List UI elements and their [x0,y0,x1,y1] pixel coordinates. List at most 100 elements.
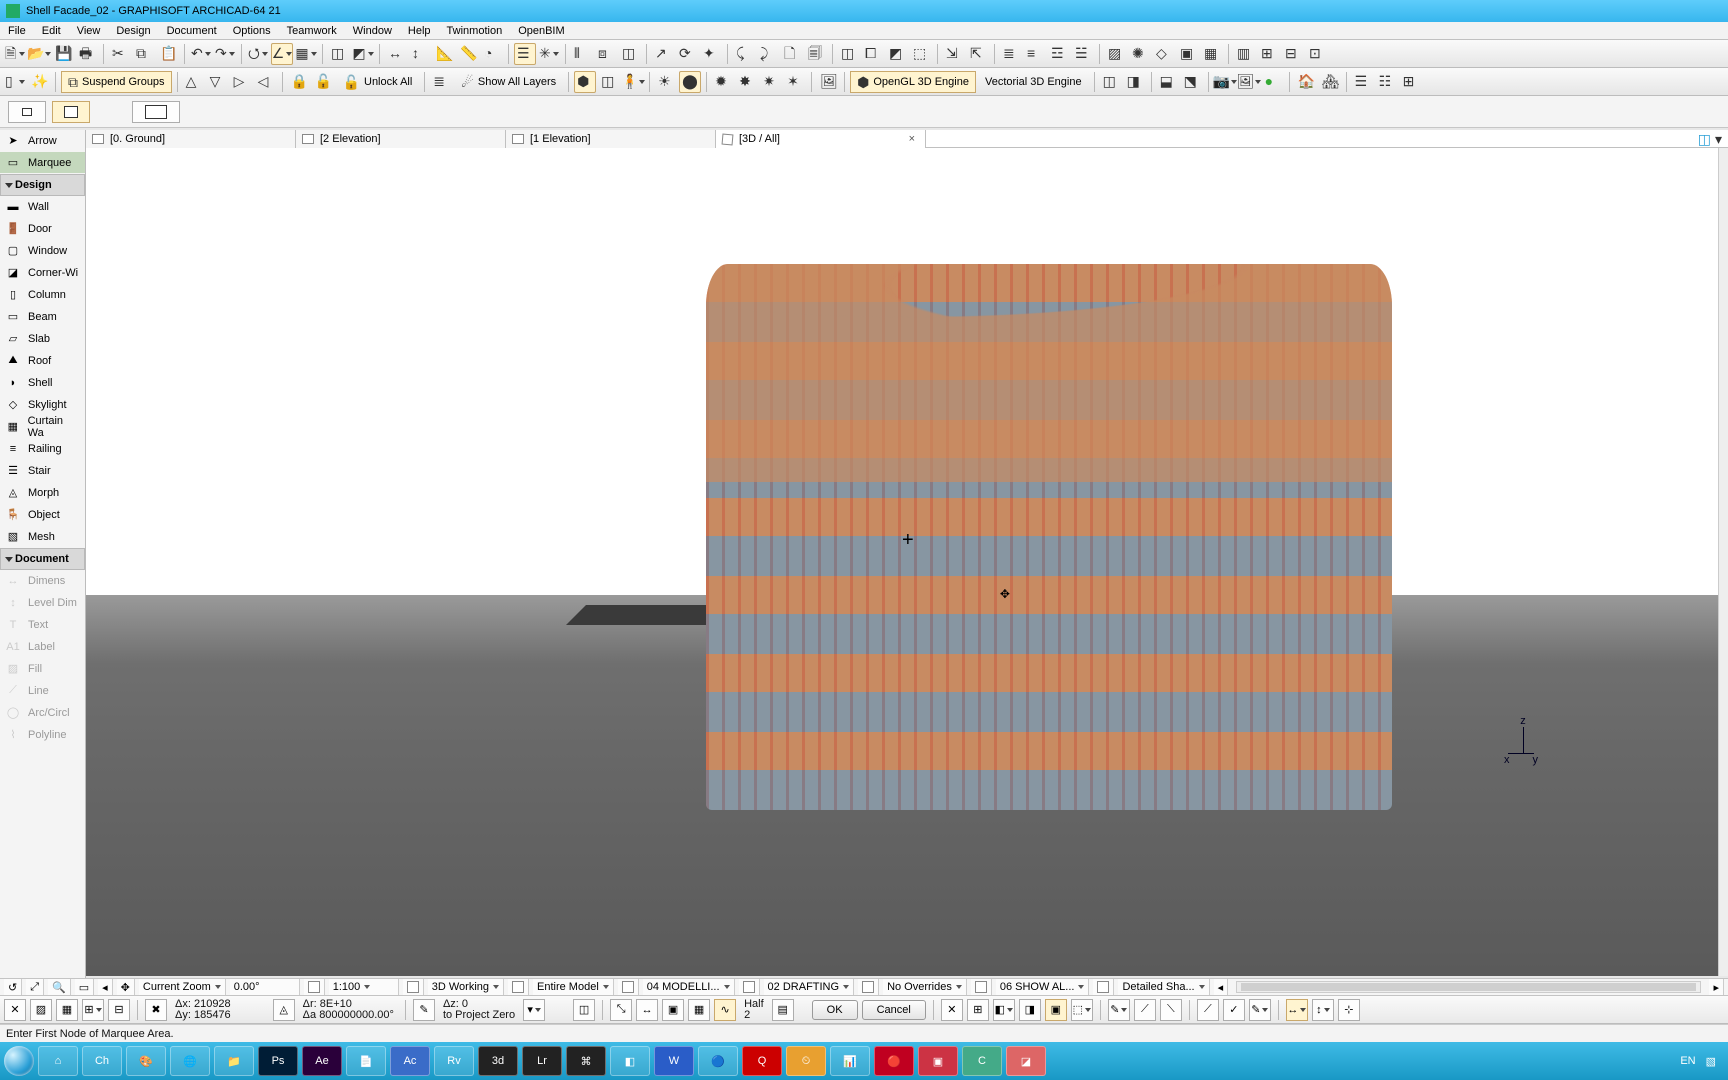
tool-wall[interactable]: ▬Wall [0,196,85,218]
engine-opengl-button[interactable]: ⬢ OpenGL 3D Engine [850,71,976,93]
hatch-5-button[interactable]: ▦ [1201,43,1223,65]
close-tracker-button[interactable]: ✕ [4,999,26,1021]
model-select[interactable]: Entire Model [533,979,614,995]
sun-4-button[interactable]: ✶ [784,71,806,93]
menu-help[interactable]: Help [400,25,439,37]
grid-toggle-4[interactable]: ◨ [1019,999,1041,1021]
taskbar-app[interactable]: ▣ [918,1046,958,1076]
box-4-button[interactable]: ⬚ [910,43,932,65]
guide-1[interactable]: ⟋ [1197,999,1219,1021]
tool-door[interactable]: 🚪Door [0,218,85,240]
misc-1-button[interactable]: ▥ [1234,43,1256,65]
tool-dimension[interactable]: ↔Dimens [0,570,85,592]
infobox-mode-2[interactable] [52,101,90,123]
trace-ref-button[interactable]: ◩ [352,43,374,65]
model-icon[interactable] [508,979,529,995]
taskbar-app[interactable]: Q [742,1046,782,1076]
tool-curtain-wall[interactable]: ▦Curtain Wa [0,416,85,438]
grid-toggle-2[interactable]: ⊞ [967,999,989,1021]
tab-elev-1[interactable]: [1 Elevation] [506,130,716,148]
ok-green-button[interactable]: ● [1262,71,1284,93]
guide-2[interactable]: ✓ [1223,999,1245,1021]
measure-button[interactable]: 📏 [457,43,479,65]
tool-beam[interactable]: ▭Beam [0,306,85,328]
render-2-button[interactable]: ⬔ [1181,71,1203,93]
redo-button[interactable]: ↷ [214,43,236,65]
rotation-field[interactable]: 0.00° [230,979,300,995]
sun-3-button[interactable]: ✷ [760,71,782,93]
tool-window[interactable]: ▢Window [0,240,85,262]
snap-toggle-1[interactable]: ◫ [573,999,595,1021]
grid-snap-button[interactable]: ▦ [295,43,317,65]
tracker-mode-3[interactable]: ⊞ [82,999,104,1021]
show-all-layers-button[interactable]: ☄ Show All Layers [454,71,563,93]
layers-4-button[interactable]: ☱ [1072,43,1094,65]
eyedrop-2[interactable]: ⟍ [1160,999,1182,1021]
cancel-button[interactable]: Cancel [862,1000,926,1020]
arc-1-button[interactable]: ⤹ [733,43,755,65]
infobox-shape[interactable] [132,101,180,123]
scroll-right-button[interactable]: ▸ [1709,979,1724,995]
toolbox-document-header[interactable]: Document [0,548,85,570]
open-button[interactable]: 📂 [28,43,50,65]
3d-viewport[interactable]: + ✥ z x y [86,148,1718,976]
misc-3-button[interactable]: ⊟ [1282,43,1304,65]
menu-document[interactable]: Document [159,25,225,37]
menu-options[interactable]: Options [225,25,279,37]
taskbar-app[interactable]: 📁 [214,1046,254,1076]
undo-button[interactable]: ↶ [190,43,212,65]
tool-object[interactable]: 🪑Object [0,504,85,526]
menu-file[interactable]: File [0,25,34,37]
menu-design[interactable]: Design [108,25,158,37]
tool-slab[interactable]: ▱Slab [0,328,85,350]
layers-1-button[interactable]: ≣ [1000,43,1022,65]
tool-polyline[interactable]: ⌇Polyline [0,724,85,746]
view-perspective-button[interactable]: ◫ [598,71,620,93]
camera-sel-button[interactable]: 📷 [1214,71,1236,93]
unlock-button[interactable]: 🔓 [312,71,334,93]
link-1-button[interactable]: ⇲ [943,43,965,65]
taskbar-app[interactable]: Rv [434,1046,474,1076]
taskbar-app[interactable]: ⏲ [786,1046,826,1076]
zoom-prev-button[interactable]: ◂ [98,979,113,995]
tool-mesh[interactable]: ▧Mesh [0,526,85,548]
menu-edit[interactable]: Edit [34,25,69,37]
layercomb-select[interactable]: 04 MODELLI... [643,979,735,995]
ruler-button[interactable]: 📐 [433,43,455,65]
house-1-button[interactable]: 🏠 [1295,71,1317,93]
penset-select[interactable]: 02 DRAFTING [764,979,855,995]
tool-roof[interactable]: ⛰Roof [0,350,85,372]
snap-toggle-6[interactable]: ∿ [714,999,736,1021]
pan-button[interactable]: ✥ [117,979,135,995]
wand-button[interactable]: ✨ [28,71,50,93]
trace-button[interactable]: ◫ [328,43,350,65]
resize-button[interactable]: ◫ [619,43,641,65]
tab-ground[interactable]: [0. Ground] [86,130,296,148]
list-1-button[interactable]: ☰ [1352,71,1374,93]
zoom-preset[interactable]: Current Zoom [139,979,226,995]
tool-skylight[interactable]: ◇Skylight [0,394,85,416]
menu-window[interactable]: Window [345,25,400,37]
taskbar-app[interactable]: ◧ [610,1046,650,1076]
hatch-2-button[interactable]: ✺ [1129,43,1151,65]
layers-3-button[interactable]: ☲ [1048,43,1070,65]
render-target-button[interactable]: 🖼 [817,71,839,93]
zref-dropdown[interactable]: ▾ [523,999,545,1021]
snap-settings-button[interactable]: ✳ [538,43,560,65]
origin-button[interactable]: ✖ [145,999,167,1021]
element-snap-button[interactable]: ☰ [514,43,536,65]
tray-language[interactable]: EN [1680,1055,1695,1067]
suspend-groups-button[interactable]: ⧉ Suspend Groups [61,71,172,93]
menu-twinmotion[interactable]: Twinmotion [439,25,511,37]
align-button[interactable]: ⫴ [571,43,593,65]
ok-button[interactable]: OK [812,1000,858,1020]
half-menu-button[interactable]: ▤ [772,999,794,1021]
toolbox-design-header[interactable]: Design [0,174,85,196]
layer-toggle-button[interactable]: ≣ [430,71,452,93]
grid-toggle-1[interactable]: ✕ [941,999,963,1021]
zoom-100-button[interactable]: 🔍 [48,979,71,995]
view-3d-button[interactable]: ⬢ [574,71,596,93]
menu-view[interactable]: View [69,25,109,37]
horizontal-scrollbar[interactable] [1236,981,1701,993]
tool-line[interactable]: ⟋Line [0,680,85,702]
